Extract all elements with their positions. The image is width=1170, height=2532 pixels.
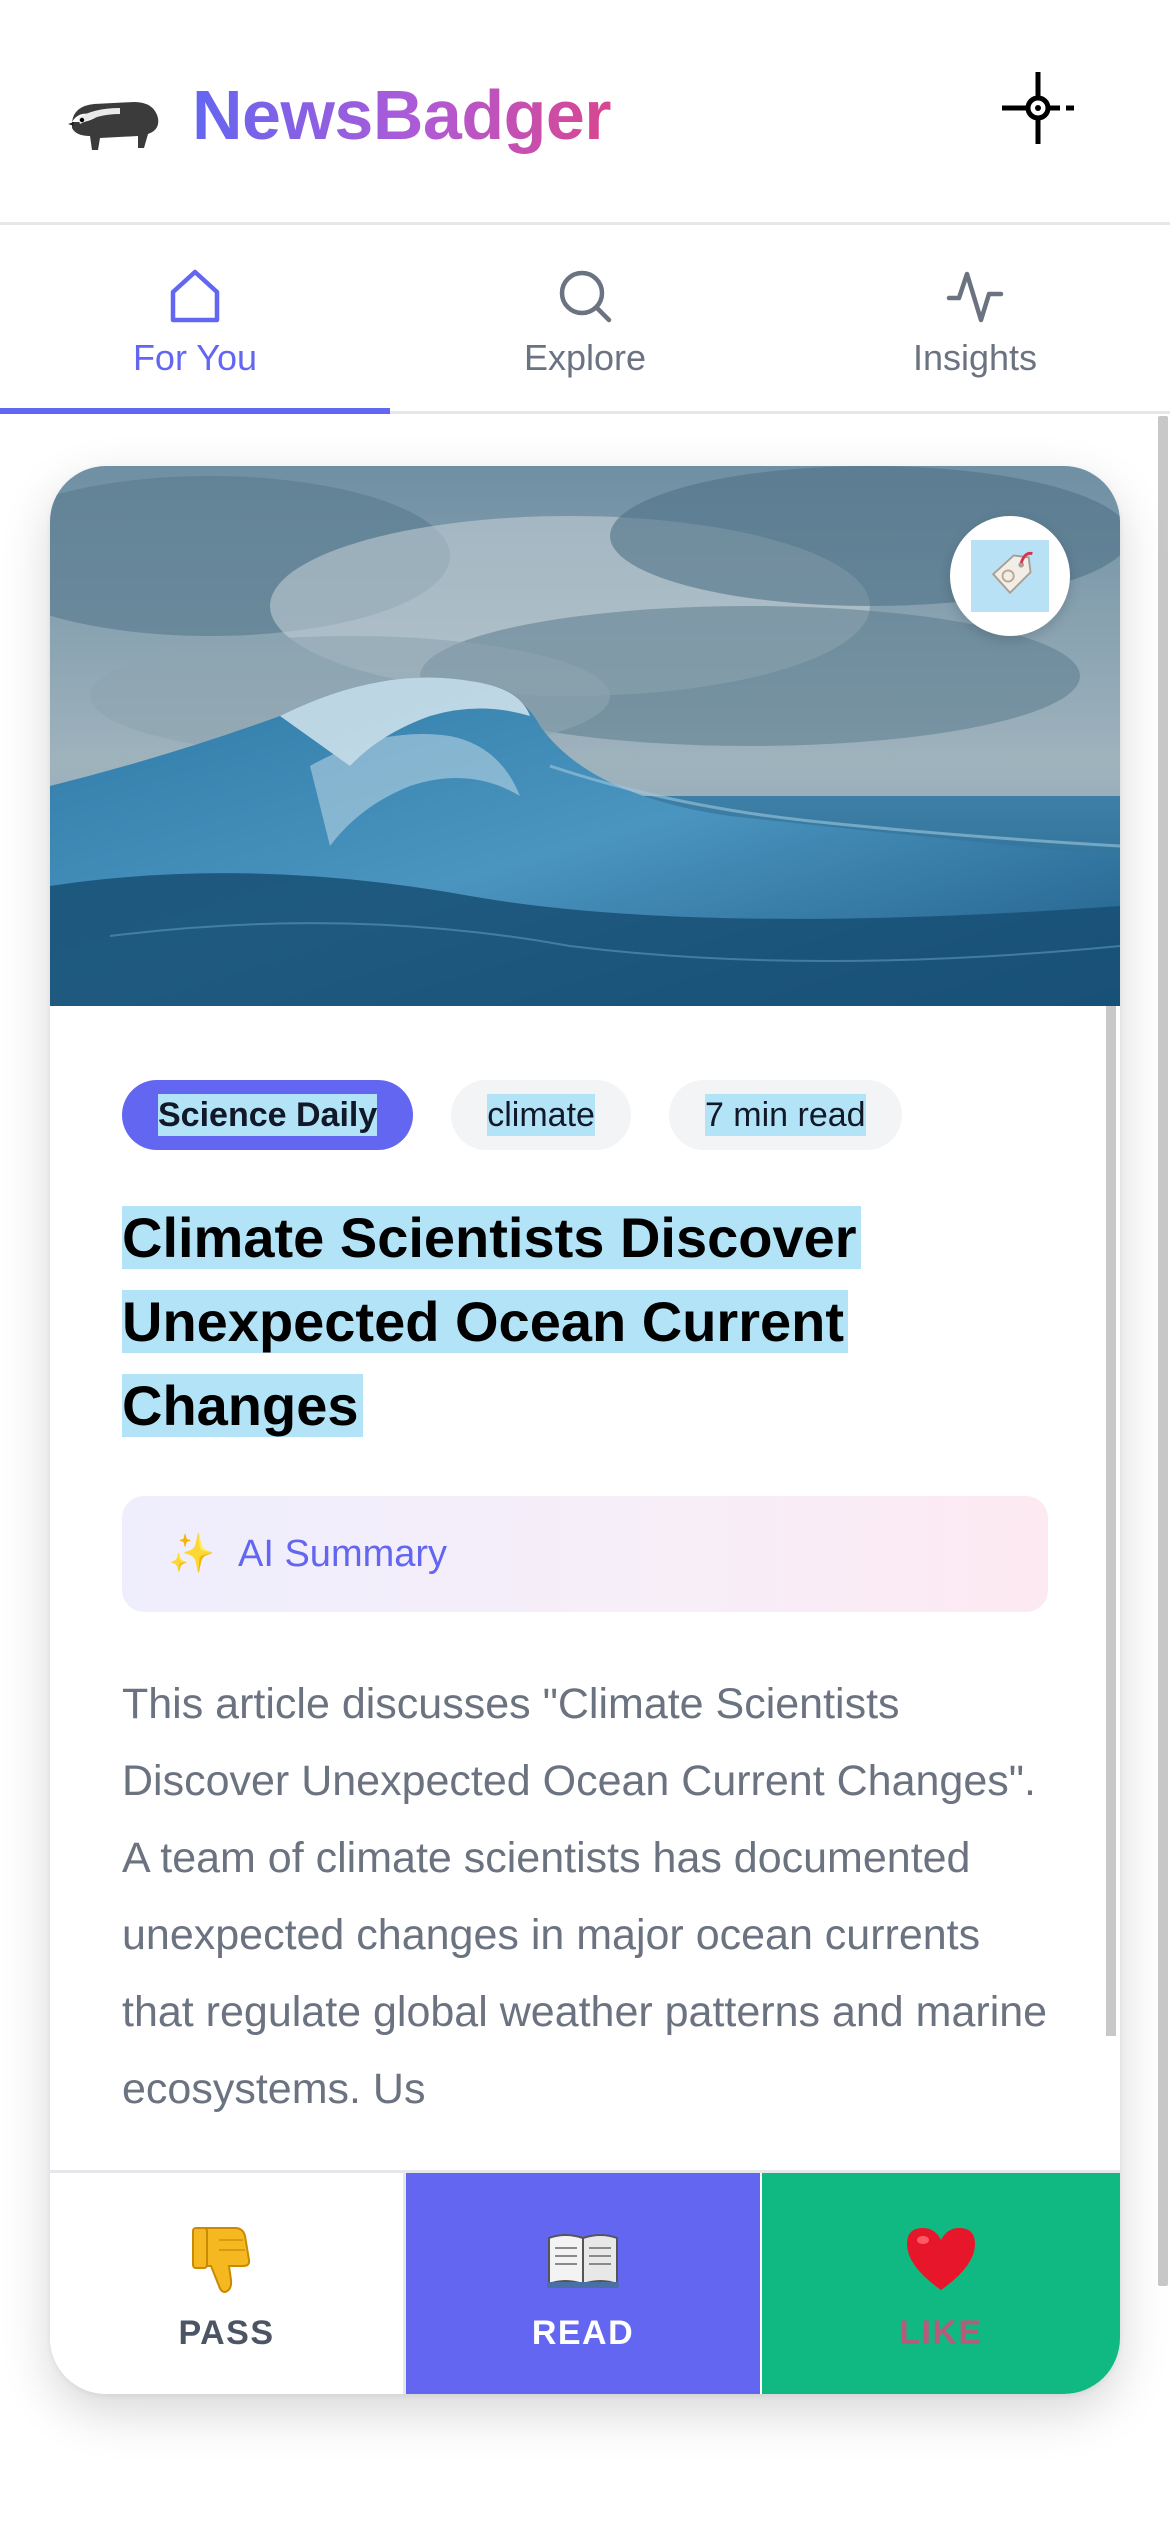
like-button[interactable]: LIKE bbox=[762, 2173, 1120, 2394]
page-scrollbar[interactable] bbox=[1158, 416, 1168, 2286]
read-time-badge: 7 min read bbox=[668, 1080, 902, 1150]
search-icon bbox=[559, 270, 612, 323]
tab-insights[interactable]: Insights bbox=[780, 228, 1170, 411]
crosshair-icon[interactable] bbox=[996, 66, 1080, 150]
card-scrollbar[interactable] bbox=[1106, 1006, 1116, 2036]
tab-explore[interactable]: Explore bbox=[390, 228, 780, 411]
badger-icon bbox=[64, 78, 164, 158]
article-card[interactable]: Science Daily climate 7 min read Climate… bbox=[50, 466, 1120, 2394]
topic-tag[interactable]: climate bbox=[451, 1080, 631, 1150]
thumbs-down-icon bbox=[191, 2226, 250, 2293]
ai-summary-label: AI Summary bbox=[238, 1532, 448, 1575]
ai-summary-toggle[interactable]: ✨ AI Summary bbox=[122, 1496, 1048, 1612]
activity-icon bbox=[946, 271, 1004, 323]
pass-button[interactable]: PASS bbox=[50, 2173, 406, 2394]
home-icon bbox=[170, 269, 220, 323]
tab-label: Explore bbox=[523, 337, 647, 378]
source-badge[interactable]: Science Daily bbox=[122, 1080, 414, 1150]
tab-label: Insights bbox=[912, 337, 1038, 378]
tab-label: For You bbox=[132, 337, 258, 378]
app-header: NewsBadger bbox=[0, 0, 1170, 225]
read-button[interactable]: READ bbox=[406, 2173, 762, 2394]
tag-icon bbox=[971, 540, 1049, 612]
heart-icon bbox=[907, 2227, 975, 2290]
article-title[interactable]: Climate Scientists Discover Unexpected Oc… bbox=[122, 1196, 1022, 1448]
read-label: READ bbox=[531, 2313, 635, 2352]
bookmark-button[interactable] bbox=[950, 516, 1070, 636]
action-bar: PASS READ LIKE bbox=[50, 2170, 1120, 2394]
app-title: NewsBadger bbox=[192, 70, 612, 160]
like-label: LIKE bbox=[899, 2313, 983, 2352]
sparkles-icon: ✨ bbox=[168, 1533, 216, 1575]
tab-for-you[interactable]: For You bbox=[0, 228, 390, 414]
pass-label: PASS bbox=[178, 2313, 275, 2352]
open-book-icon bbox=[547, 2233, 619, 2288]
article-tags: Science Daily climate 7 min read bbox=[122, 1080, 902, 1150]
article-summary: This article discusses "Climate Scientis… bbox=[122, 1680, 1048, 2113]
tab-bar: For You Explore Insights bbox=[0, 228, 1170, 414]
